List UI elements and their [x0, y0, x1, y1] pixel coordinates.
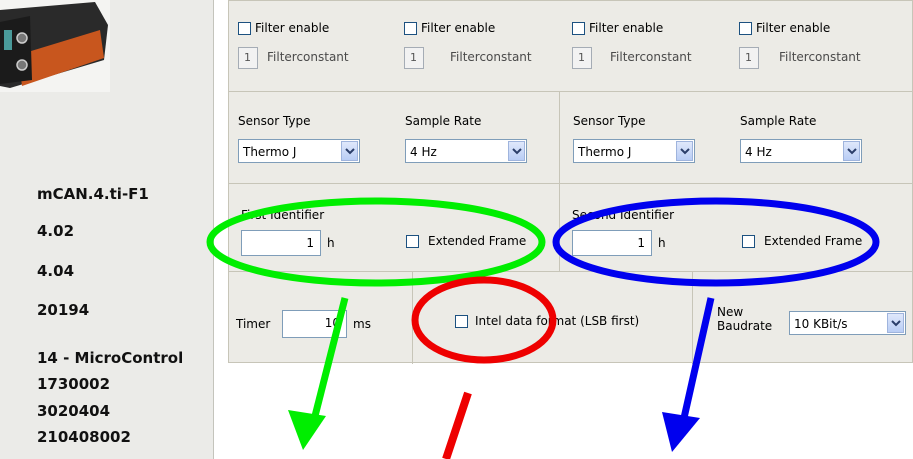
filter-enable-checkbox-3[interactable] [572, 22, 585, 35]
first-identifier-input[interactable]: 1 [241, 230, 321, 256]
serial-number: 20194 [37, 301, 90, 319]
baudrate-label-line2: Baudrate [717, 319, 773, 333]
timing-panel: Timer 10 ms Intel data format (LSB first… [228, 271, 913, 364]
settings-area: Filter enable 1 Filterconstant Filter en… [214, 0, 913, 459]
vendor: 14 - MicroControl [37, 349, 184, 367]
first-identifier-panel: First Identifier 1 h Extended Frame [228, 183, 560, 272]
sensor-panel-2: Sensor Type Thermo J Sample Rate 4 Hz [559, 91, 913, 184]
hw-version: 4.02 [37, 222, 75, 240]
filterconstant-label: Filterconstant [267, 50, 349, 64]
product-code: 1730002 [37, 375, 111, 393]
first-identifier-label: First Identifier [241, 208, 325, 222]
baudrate-label-line1: New [717, 305, 744, 319]
sample-rate-select-2[interactable]: 4 Hz [740, 139, 862, 163]
baudrate-label: New Baudrate [717, 305, 772, 333]
timer-unit: ms [353, 317, 371, 331]
sw-version: 4.04 [37, 262, 75, 280]
filterconstant-input-2[interactable]: 1 [404, 47, 424, 69]
baudrate-select[interactable]: 10 KBit/s [789, 311, 906, 335]
revision: 3020404 [37, 402, 111, 420]
second-identifier-input[interactable]: 1 [572, 230, 652, 256]
chevron-down-icon[interactable] [676, 141, 693, 161]
intel-format-checkbox[interactable] [455, 315, 468, 328]
sample-rate-label: Sample Rate [740, 114, 817, 128]
extended-frame-checkbox-1[interactable] [406, 235, 419, 248]
filter-enable-label: Filter enable [589, 21, 664, 35]
intel-format-label: Intel data format (LSB first) [475, 314, 640, 328]
first-identifier-unit: h [327, 236, 335, 250]
sensor-type-label: Sensor Type [573, 114, 646, 128]
extended-frame-label: Extended Frame [764, 234, 863, 248]
sensor-type-select-1[interactable]: Thermo J [238, 139, 360, 163]
timer-input[interactable]: 10 [282, 310, 347, 338]
filter-enable-checkbox-1[interactable] [238, 22, 251, 35]
filterconstant-input-4[interactable]: 1 [739, 47, 759, 69]
filterconstant-input-3[interactable]: 1 [572, 47, 592, 69]
baudrate-value: 10 KBit/s [794, 317, 848, 331]
timer-label: Timer [236, 317, 271, 331]
extra-id: 210408002 [37, 428, 131, 446]
filter-enable-label: Filter enable [255, 21, 330, 35]
second-identifier-unit: h [658, 236, 666, 250]
device-photo [0, 0, 110, 92]
chevron-down-icon[interactable] [341, 141, 358, 161]
sensor-panel-1: Sensor Type Thermo J Sample Rate 4 Hz [228, 91, 560, 184]
filter-panel: Filter enable 1 Filterconstant Filter en… [228, 0, 913, 92]
device-info-pane: mCAN.4.ti-F1 4.02 4.04 20194 14 - MicroC… [0, 0, 214, 459]
chevron-down-icon[interactable] [508, 141, 525, 161]
filter-enable-label: Filter enable [421, 21, 496, 35]
filterconstant-label: Filterconstant [779, 50, 861, 64]
sensor-type-select-2[interactable]: Thermo J [573, 139, 695, 163]
filter-enable-label: Filter enable [756, 21, 831, 35]
sensor-type-value: Thermo J [243, 145, 297, 159]
filterconstant-input-1[interactable]: 1 [238, 47, 258, 69]
sample-rate-value: 4 Hz [410, 145, 437, 159]
sample-rate-select-1[interactable]: 4 Hz [405, 139, 527, 163]
filter-enable-checkbox-4[interactable] [739, 22, 752, 35]
divider [412, 272, 413, 364]
chevron-down-icon[interactable] [843, 141, 860, 161]
filterconstant-label: Filterconstant [610, 50, 692, 64]
sample-rate-label: Sample Rate [405, 114, 482, 128]
divider [692, 272, 693, 364]
sample-rate-value: 4 Hz [745, 145, 772, 159]
filterconstant-label: Filterconstant [450, 50, 532, 64]
second-identifier-label: Second Identifier [572, 208, 675, 222]
sensor-type-value: Thermo J [578, 145, 632, 159]
extended-frame-checkbox-2[interactable] [742, 235, 755, 248]
extended-frame-label: Extended Frame [428, 234, 527, 248]
sensor-type-label: Sensor Type [238, 114, 311, 128]
chevron-down-icon[interactable] [887, 313, 904, 333]
device-name: mCAN.4.ti-F1 [37, 185, 149, 203]
filter-enable-checkbox-2[interactable] [404, 22, 417, 35]
second-identifier-panel: Second Identifier 1 h Extended Frame [559, 183, 913, 272]
